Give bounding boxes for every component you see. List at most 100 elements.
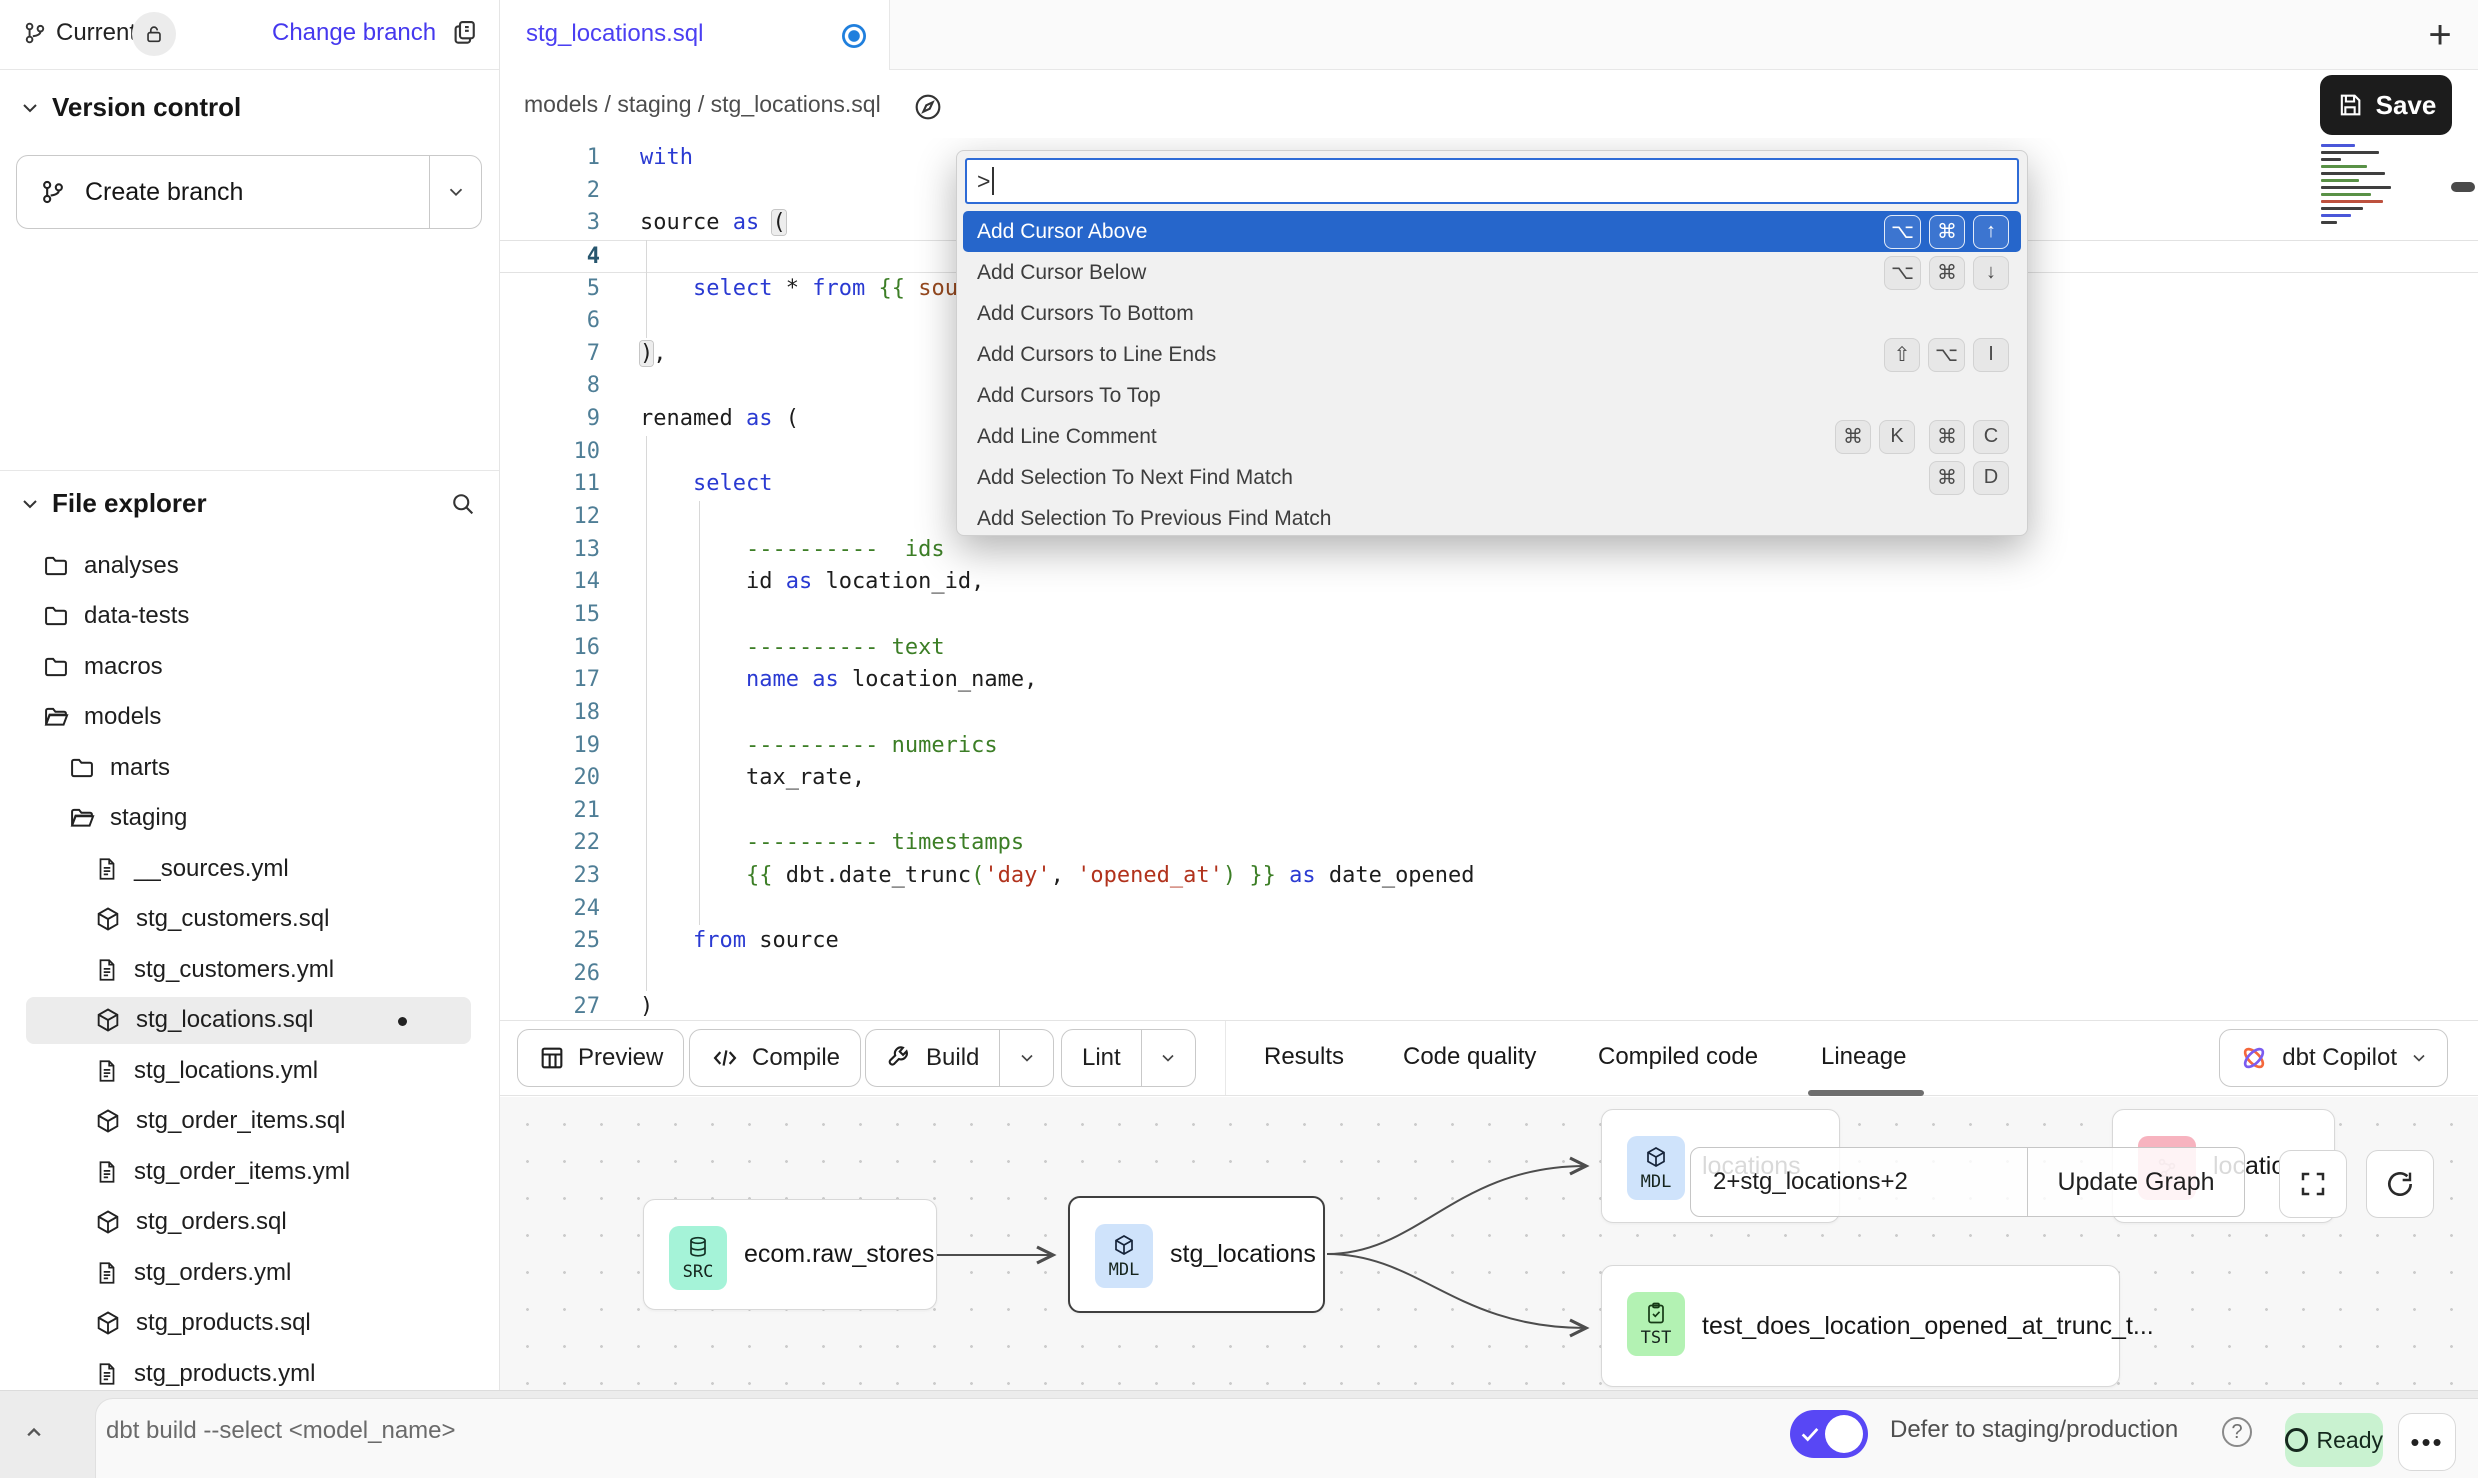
code-line-23[interactable]: 23 {{ dbt.date_trunc('day', 'opened_at')… xyxy=(500,860,2478,893)
command-item-add-cursor-below[interactable]: Add Cursor Below⌥⌘↓ xyxy=(963,252,2021,293)
scrollbar-thumb[interactable] xyxy=(2451,182,2475,192)
breadcrumb-bar: models / staging / stg_locations.sql Sav… xyxy=(500,71,2478,138)
save-button[interactable]: Save xyxy=(2320,75,2452,135)
file-explorer-section-header[interactable]: File explorer xyxy=(0,480,499,526)
code-line-27[interactable]: 27) xyxy=(500,991,2478,1020)
lint-dropdown[interactable] xyxy=(1141,1030,1195,1086)
keycap: ⇧ xyxy=(1884,338,1920,372)
preview-button[interactable]: Preview xyxy=(517,1029,684,1087)
refresh-button[interactable] xyxy=(2366,1150,2434,1218)
line-number: 21 xyxy=(500,795,600,827)
tree-item-stg_order_items.yml[interactable]: stg_order_items.yml xyxy=(0,1146,499,1197)
chevron-down-icon xyxy=(18,96,42,120)
tree-item-staging[interactable]: staging xyxy=(0,793,499,844)
create-branch-dropdown[interactable] xyxy=(429,156,481,228)
tab-compiled-code[interactable]: Compiled code xyxy=(1598,1043,1758,1071)
command-item-add-line-comment[interactable]: Add Line Comment⌘K⌘C xyxy=(963,416,2021,457)
tree-item-macros[interactable]: macros xyxy=(0,641,499,692)
active-tab-underline xyxy=(1808,1090,1924,1096)
tab-results[interactable]: Results xyxy=(1264,1043,1344,1071)
command-input[interactable]: dbt build --select <model_name> xyxy=(106,1417,456,1445)
compass-icon[interactable] xyxy=(906,85,950,129)
tree-item-stg_customers.sql[interactable]: stg_customers.sql xyxy=(0,894,499,945)
command-palette-input[interactable]: > xyxy=(965,158,2019,204)
editor-tabbar: stg_locations.sql + xyxy=(500,0,2478,70)
copy-icon[interactable] xyxy=(450,17,480,47)
folder-icon xyxy=(42,602,70,630)
command-item-add-selection-to-previous-find-match[interactable]: Add Selection To Previous Find Match xyxy=(963,498,2021,539)
file-name: marts xyxy=(110,754,170,782)
search-icon[interactable] xyxy=(449,490,477,518)
version-control-section-header[interactable]: Version control xyxy=(0,86,499,130)
code-line-16[interactable]: 16 ---------- text xyxy=(500,632,2478,665)
compile-button[interactable]: Compile xyxy=(689,1029,861,1087)
tree-item-stg_locations.sql[interactable]: stg_locations.sql xyxy=(0,995,499,1046)
lineage-canvas[interactable]: SRC ecom.raw_stores MDL stg_locations MD… xyxy=(500,1097,2478,1390)
tree-item-data-tests[interactable]: data-tests xyxy=(0,591,499,642)
command-item-add-selection-to-next-find-match[interactable]: Add Selection To Next Find Match⌘D xyxy=(963,457,2021,498)
line-number: 24 xyxy=(500,893,600,925)
more-options-button[interactable]: ••• xyxy=(2398,1413,2456,1471)
command-item-add-cursors-to-bottom[interactable]: Add Cursors To Bottom xyxy=(963,293,2021,334)
code-line-19[interactable]: 19 ---------- numerics xyxy=(500,730,2478,763)
code-line-20[interactable]: 20 tax_rate, xyxy=(500,762,2478,795)
dbt-copilot-button[interactable]: dbt Copilot xyxy=(2219,1029,2448,1087)
line-number: 9 xyxy=(500,403,600,435)
code-line-15[interactable]: 15 xyxy=(500,599,2478,632)
file-name: analyses xyxy=(84,552,179,580)
code-line-14[interactable]: 14 id as location_id, xyxy=(500,566,2478,599)
build-button[interactable]: Build xyxy=(865,1029,1054,1087)
lineage-node-test[interactable]: TST test_does_location_opened_at_trunc_t… xyxy=(1601,1265,2120,1387)
tab-stg-locations-sql[interactable]: stg_locations.sql xyxy=(500,0,890,70)
tree-item-marts[interactable]: marts xyxy=(0,742,499,793)
keycap: C xyxy=(1973,420,2009,454)
create-branch-button[interactable]: Create branch xyxy=(16,155,482,229)
tree-item-stg_orders.yml[interactable]: stg_orders.yml xyxy=(0,1247,499,1298)
tree-item-__sources.yml[interactable]: __sources.yml xyxy=(0,843,499,894)
tab-code-quality[interactable]: Code quality xyxy=(1403,1043,1536,1071)
code-line-24[interactable]: 24 xyxy=(500,893,2478,926)
command-item-add-cursors-to-line-ends[interactable]: Add Cursors to Line Ends⇧⌥I xyxy=(963,334,2021,375)
tree-item-stg_customers.yml[interactable]: stg_customers.yml xyxy=(0,944,499,995)
command-item-add-cursors-to-top[interactable]: Add Cursors To Top xyxy=(963,375,2021,416)
command-item-add-cursor-above[interactable]: Add Cursor Above⌥⌘↑ xyxy=(963,211,2021,252)
code-line-25[interactable]: 25 from source xyxy=(500,925,2478,958)
code-line-26[interactable]: 26 xyxy=(500,958,2478,991)
help-icon[interactable]: ? xyxy=(2222,1417,2252,1447)
command-label: Add Selection To Previous Find Match xyxy=(977,507,2009,531)
lineage-node-source[interactable]: SRC ecom.raw_stores xyxy=(643,1199,937,1310)
lineage-selector-input[interactable]: 2+stg_locations+2 xyxy=(1691,1148,2027,1216)
tree-item-stg_orders.sql[interactable]: stg_orders.sql xyxy=(0,1197,499,1248)
line-number: 11 xyxy=(500,468,600,500)
tree-item-models[interactable]: models xyxy=(0,692,499,743)
chevron-down-icon xyxy=(2409,1048,2429,1068)
current-branch-label: Current xyxy=(56,19,136,47)
code-line-21[interactable]: 21 xyxy=(500,795,2478,828)
line-content: select * from {{ sou xyxy=(640,273,958,305)
code-line-22[interactable]: 22 ---------- timestamps xyxy=(500,827,2478,860)
shortcut-keys: ⇧⌥I xyxy=(1884,338,2009,372)
build-dropdown[interactable] xyxy=(999,1030,1053,1086)
tree-item-stg_order_items.sql[interactable]: stg_order_items.sql xyxy=(0,1096,499,1147)
lint-button[interactable]: Lint xyxy=(1061,1029,1196,1087)
tree-item-stg_products.sql[interactable]: stg_products.sql xyxy=(0,1298,499,1349)
lineage-node-stg-locations[interactable]: MDL stg_locations xyxy=(1068,1196,1325,1313)
code-editor[interactable]: 1with23source as (45 select * from {{ so… xyxy=(500,138,2478,1020)
create-branch-label: Create branch xyxy=(85,178,243,207)
change-branch-link[interactable]: Change branch xyxy=(272,19,436,47)
chevron-up-icon[interactable] xyxy=(20,1419,48,1447)
tab-lineage[interactable]: Lineage xyxy=(1821,1043,1906,1071)
line-content: source as ( xyxy=(640,207,786,239)
update-graph-button[interactable]: Update Graph xyxy=(2028,1148,2244,1216)
new-tab-button[interactable]: + xyxy=(2418,13,2462,57)
defer-toggle[interactable] xyxy=(1790,1410,1868,1458)
tree-item-analyses[interactable]: analyses xyxy=(0,540,499,591)
tree-item-stg_locations.yml[interactable]: stg_locations.yml xyxy=(0,1045,499,1096)
code-line-18[interactable]: 18 xyxy=(500,697,2478,730)
line-number: 2 xyxy=(500,175,600,207)
fullscreen-button[interactable] xyxy=(2279,1150,2347,1218)
command-label: Add Cursor Above xyxy=(977,220,1884,244)
minimap[interactable] xyxy=(2321,140,2431,228)
code-line-17[interactable]: 17 name as location_name, xyxy=(500,664,2478,697)
keycap: D xyxy=(1973,461,2009,495)
